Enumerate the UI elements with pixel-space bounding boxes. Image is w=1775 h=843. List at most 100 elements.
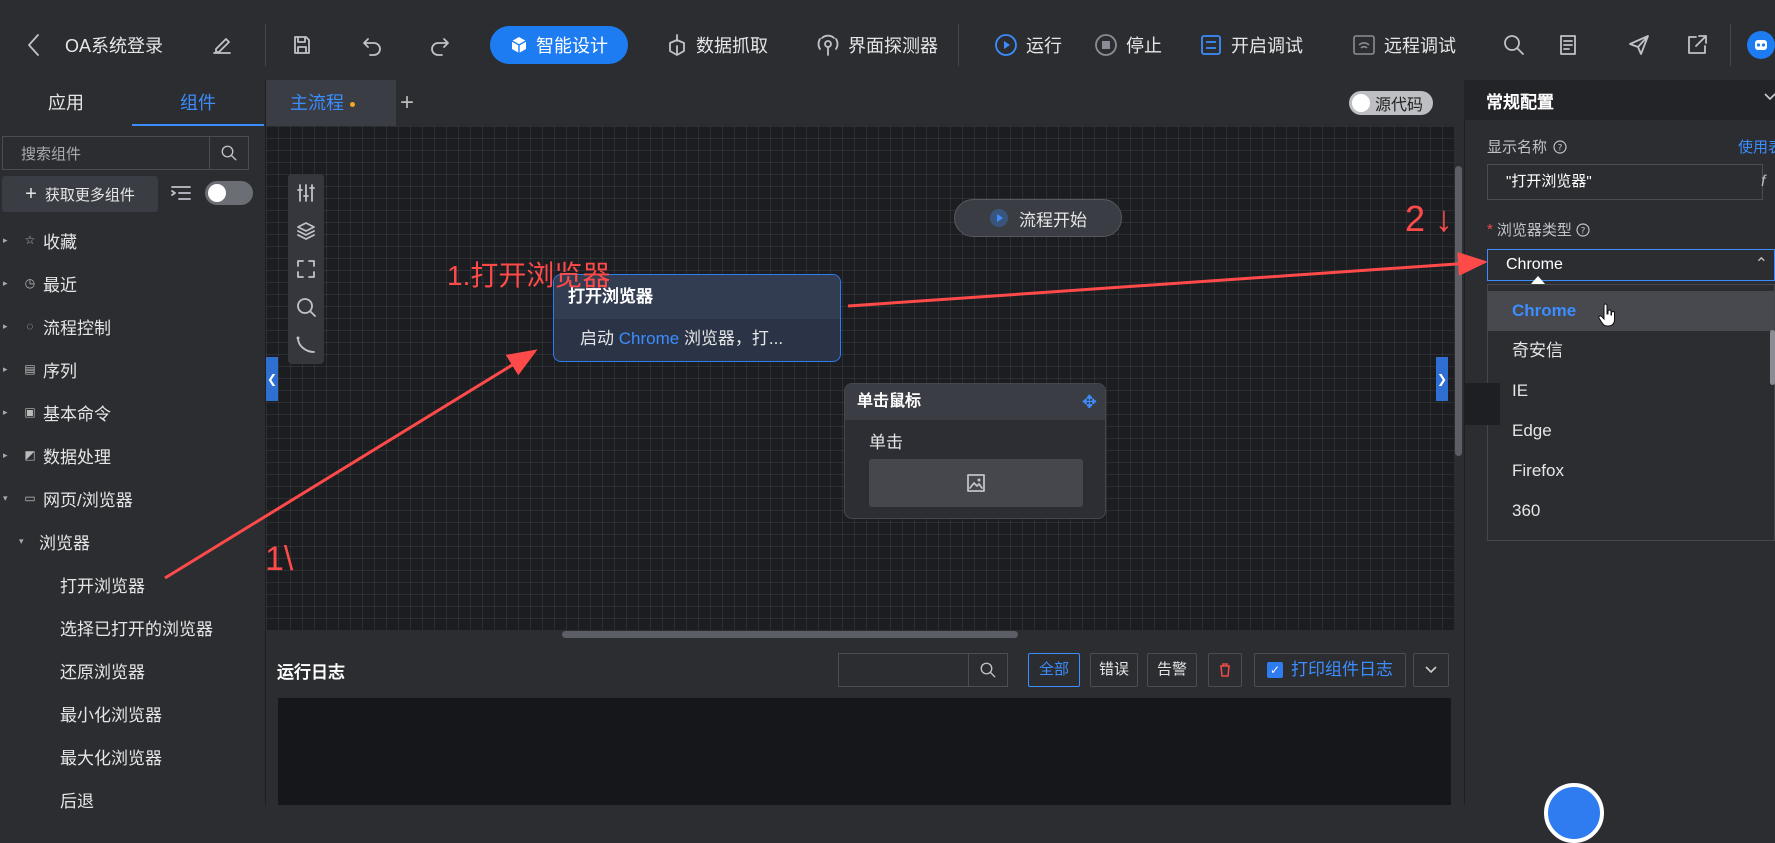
node-title: 单击鼠标 ✥ bbox=[845, 384, 1105, 420]
browser-option[interactable]: Firefox bbox=[1488, 451, 1774, 491]
undo-button[interactable] bbox=[360, 18, 384, 72]
fit-screen-icon[interactable] bbox=[288, 254, 324, 284]
save-button[interactable] bbox=[290, 18, 314, 72]
component-search-input[interactable] bbox=[3, 137, 233, 171]
print-component-log-toggle[interactable]: ✓ 打印组件日志 bbox=[1254, 653, 1406, 687]
tab-components[interactable]: 组件 bbox=[132, 80, 264, 126]
tree-item[interactable]: ▸ ◩ 数据处理 bbox=[0, 435, 111, 475]
help-icon[interactable]: ? bbox=[1553, 139, 1567, 154]
image-icon bbox=[965, 472, 987, 494]
layers-icon[interactable] bbox=[288, 216, 324, 246]
filter-all-button[interactable]: 全部 bbox=[1028, 653, 1080, 687]
fx-icon[interactable]: f bbox=[1761, 164, 1775, 200]
tree-item[interactable]: 最大化浏览器 bbox=[60, 736, 162, 776]
plus-icon: + bbox=[25, 182, 37, 205]
caret-right-icon[interactable]: ▸ bbox=[3, 235, 13, 246]
run-button[interactable]: 运行 bbox=[994, 18, 1062, 72]
publish-button[interactable] bbox=[1627, 18, 1651, 72]
search-icon[interactable] bbox=[209, 137, 248, 169]
tree-item[interactable]: ▸ ◷ 最近 bbox=[0, 263, 77, 303]
zoom-icon[interactable] bbox=[288, 292, 324, 322]
caret-right-icon[interactable]: ▸ bbox=[3, 278, 13, 289]
filter-error-button[interactable]: 错误 bbox=[1090, 653, 1138, 687]
browser-option[interactable]: IE bbox=[1488, 371, 1774, 411]
stop-button[interactable]: 停止 bbox=[1094, 18, 1162, 72]
external-link-icon bbox=[1685, 33, 1709, 57]
properties-scrollbar[interactable] bbox=[1770, 330, 1775, 385]
tree-item[interactable]: ▾ ▭ 网页/浏览器 bbox=[0, 478, 133, 518]
notes-button[interactable] bbox=[1556, 18, 1580, 72]
component-search bbox=[2, 136, 249, 171]
browser-option[interactable]: 奇安信 bbox=[1488, 331, 1774, 371]
tree-item[interactable]: ▸ ▤ 序列 bbox=[0, 349, 77, 389]
caret-down-icon[interactable]: ▾ bbox=[19, 536, 29, 547]
caret-right-icon[interactable]: ▸ bbox=[3, 321, 13, 332]
export-button[interactable] bbox=[1685, 18, 1709, 72]
filter-warning-button[interactable]: 告警 bbox=[1147, 653, 1197, 687]
ai-design-button[interactable]: 智能设计 bbox=[490, 26, 628, 64]
clear-log-button[interactable] bbox=[1208, 653, 1242, 687]
rename-button[interactable] bbox=[210, 18, 234, 72]
connector-icon[interactable] bbox=[288, 330, 324, 360]
source-code-toggle[interactable]: 源代码 bbox=[1349, 91, 1433, 115]
browser-option[interactable]: Edge bbox=[1488, 411, 1774, 451]
tree-item[interactable]: 后退 bbox=[60, 779, 94, 819]
tree-item[interactable]: 还原浏览器 bbox=[60, 650, 145, 690]
expand-left-button[interactable]: ❮ bbox=[266, 357, 278, 401]
ui-detector-label: 界面探测器 bbox=[848, 36, 938, 56]
tree-item[interactable]: ▸ ◌ 流程控制 bbox=[0, 306, 111, 346]
browser-option[interactable]: Chrome bbox=[1488, 291, 1774, 331]
tree-item-label: 浏览器 bbox=[39, 533, 90, 553]
canvas-horizontal-scrollbar[interactable] bbox=[562, 631, 1018, 638]
panel-divider-strip bbox=[1464, 383, 1500, 425]
tree-item[interactable]: ▸ ▣ 基本命令 bbox=[0, 392, 111, 432]
search-icon[interactable] bbox=[968, 654, 1007, 686]
use-expression-link[interactable]: 使用表 bbox=[1738, 136, 1775, 157]
get-more-components-button[interactable]: + 获取更多组件 bbox=[2, 176, 158, 212]
ui-detector-button[interactable]: 界面探测器 bbox=[816, 18, 938, 72]
display-name-field[interactable]: "打开浏览器" bbox=[1487, 164, 1763, 200]
tree-item[interactable]: 选择已打开的浏览器 bbox=[60, 607, 213, 647]
node-mouse-click[interactable]: 单击鼠标 ✥ 单击 bbox=[844, 383, 1106, 519]
ai-design-label: 智能设计 bbox=[536, 36, 608, 56]
log-options-button[interactable] bbox=[1413, 653, 1449, 687]
log-search-input[interactable] bbox=[839, 654, 971, 688]
tree-item[interactable]: 最小化浏览器 bbox=[60, 693, 162, 733]
tab-main-flow[interactable]: 主流程 bbox=[266, 80, 396, 126]
display-name-label-text: 显示名称 bbox=[1487, 139, 1548, 156]
move-icon[interactable]: ✥ bbox=[1082, 384, 1097, 420]
data-capture-button[interactable]: 数据抓取 bbox=[666, 18, 768, 72]
flow-canvas[interactable] bbox=[266, 126, 1454, 630]
debug-button[interactable]: 开启调试 bbox=[1199, 18, 1303, 72]
assistant-button[interactable] bbox=[1746, 18, 1775, 72]
component-toggle[interactable] bbox=[205, 181, 253, 205]
caret-down-icon[interactable]: ▾ bbox=[3, 493, 13, 504]
scrollbar-thumb[interactable] bbox=[1455, 166, 1462, 456]
browser-option[interactable]: 360 bbox=[1488, 491, 1774, 531]
node-flow-start[interactable]: 流程开始 bbox=[954, 199, 1122, 237]
align-icon[interactable] bbox=[288, 178, 324, 208]
run-label: 运行 bbox=[1026, 36, 1062, 56]
tree-item[interactable]: ▸ ☆ 收藏 bbox=[0, 220, 77, 260]
collapse-list-icon[interactable] bbox=[170, 183, 192, 203]
caret-right-icon[interactable]: ▸ bbox=[3, 450, 13, 461]
back-button[interactable] bbox=[26, 18, 42, 72]
help-icon[interactable]: ? bbox=[1576, 222, 1590, 237]
checkbox-checked-icon: ✓ bbox=[1267, 662, 1283, 678]
tree-item[interactable]: 打开浏览器 bbox=[60, 564, 145, 604]
flow-icon: ◌ bbox=[26, 319, 34, 333]
caret-right-icon[interactable]: ▸ bbox=[3, 364, 13, 375]
remote-debug-button[interactable]: 远程调试 bbox=[1352, 18, 1456, 72]
canvas-vertical-scrollbar[interactable] bbox=[1454, 126, 1464, 630]
search-button[interactable] bbox=[1502, 18, 1526, 72]
assistant-bubble[interactable] bbox=[1544, 783, 1604, 843]
expand-right-button[interactable]: ❯ bbox=[1436, 357, 1448, 401]
target-image-placeholder[interactable] bbox=[869, 459, 1083, 507]
general-config-header[interactable]: 常规配置 bbox=[1464, 80, 1775, 120]
caret-right-icon[interactable]: ▸ bbox=[3, 407, 13, 418]
tab-apps[interactable]: 应用 bbox=[0, 80, 132, 126]
add-tab-button[interactable]: + bbox=[392, 88, 422, 118]
tree-item[interactable]: ▾ 浏览器 bbox=[16, 521, 90, 561]
redo-button[interactable] bbox=[428, 18, 452, 72]
chevron-up-icon: ⌃ bbox=[1754, 256, 1768, 273]
